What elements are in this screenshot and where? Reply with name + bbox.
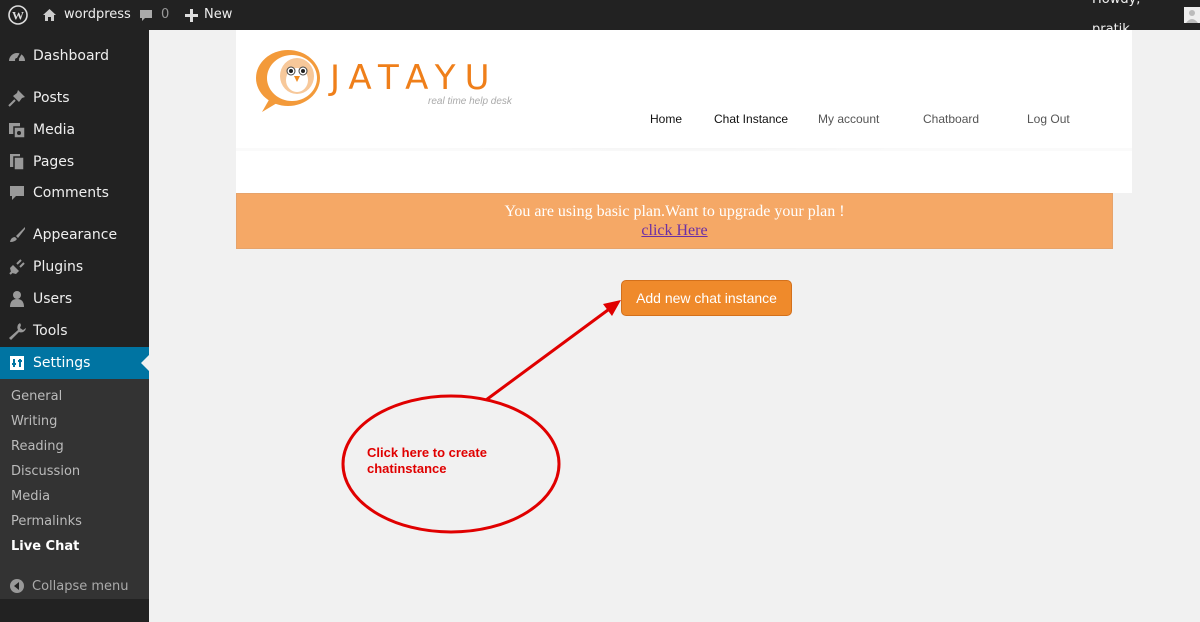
nav-home[interactable]: Home <box>650 112 682 126</box>
sidebar-item-label: Users <box>33 291 73 307</box>
sidebar-item-appearance[interactable]: Appearance <box>0 219 149 251</box>
submenu-item-discussion[interactable]: Discussion <box>11 462 80 482</box>
annotation-line-1: Click here to create <box>367 445 487 460</box>
avatar <box>1184 7 1200 23</box>
admin-bar: W wordpress 0 New Howdy, pratik <box>0 0 1200 37</box>
user-icon <box>7 289 27 309</box>
nav-my-account[interactable]: My account <box>818 112 879 126</box>
upgrade-link[interactable]: click Here <box>641 222 707 240</box>
settings-submenu: General Writing Reading Discussion Media… <box>0 379 149 599</box>
submenu-item-permalinks[interactable]: Permalinks <box>11 512 82 532</box>
wordpress-logo-icon[interactable]: W <box>8 0 28 30</box>
new-label: New <box>204 7 233 22</box>
dashboard-icon <box>7 46 27 66</box>
submenu-item-live-chat[interactable]: Live Chat <box>11 537 79 557</box>
sidebar-item-media[interactable]: Media <box>0 114 149 146</box>
admin-sidebar: Dashboard Posts Media Pages Comments App… <box>0 30 149 622</box>
sidebar-item-label: Comments <box>33 185 109 201</box>
sidebar-item-posts[interactable]: Posts <box>0 82 149 114</box>
upgrade-notice: You are using basic plan.Want to upgrade… <box>236 193 1113 249</box>
jatayu-logo[interactable]: JATAYU real time help desk <box>252 46 552 116</box>
submenu-item-general[interactable]: General <box>11 387 62 407</box>
submenu-item-writing[interactable]: Writing <box>11 412 57 432</box>
pin-icon <box>7 88 27 108</box>
annotation-arrow-line <box>485 305 613 402</box>
annotation-line-2: chatinstance <box>367 461 447 476</box>
annotation-text: Click here to create chatinstance <box>367 445 527 477</box>
site-name: wordpress <box>64 7 131 22</box>
media-icon <box>7 120 27 140</box>
sidebar-item-tools[interactable]: Tools <box>0 315 149 347</box>
sidebar-item-dashboard[interactable]: Dashboard <box>0 40 149 72</box>
nav-log-out[interactable]: Log Out <box>1027 112 1070 126</box>
settings-icon <box>7 353 27 373</box>
add-new-chat-instance-button[interactable]: Add new chat instance <box>621 280 792 316</box>
annotation-arrowhead <box>603 300 621 316</box>
sidebar-item-label: Appearance <box>33 227 118 243</box>
sidebar-item-comments[interactable]: Comments <box>0 177 149 209</box>
home-icon <box>42 8 57 22</box>
comment-bubble-icon <box>139 8 153 22</box>
header-divider-shadow <box>236 132 1132 188</box>
pages-icon <box>7 152 27 172</box>
svg-text:W: W <box>12 9 24 23</box>
comment-icon <box>7 183 27 203</box>
sidebar-item-label: Settings <box>33 355 91 371</box>
nav-chat-instance[interactable]: Chat Instance <box>714 112 788 126</box>
my-account-link[interactable]: Howdy, pratik <box>1092 0 1200 37</box>
submenu-item-media[interactable]: Media <box>11 487 50 507</box>
wrench-icon <box>7 321 27 341</box>
plugin-header: JATAYU real time help desk Home Chat Ins… <box>236 30 1132 193</box>
sidebar-item-label: Media <box>33 122 76 138</box>
logo-wordmark: JATAYU <box>330 58 499 98</box>
new-content-link[interactable]: New <box>185 0 232 30</box>
plus-icon <box>185 8 198 22</box>
sidebar-item-pages[interactable]: Pages <box>0 146 149 178</box>
sidebar-item-users[interactable]: Users <box>0 283 149 315</box>
sidebar-item-plugins[interactable]: Plugins <box>0 251 149 283</box>
sidebar-item-label: Tools <box>33 323 68 339</box>
sidebar-item-settings[interactable]: Settings <box>0 347 149 379</box>
plug-icon <box>7 257 27 277</box>
sidebar-item-label: Posts <box>33 90 70 106</box>
sidebar-item-label: Dashboard <box>33 48 109 64</box>
collapse-arrow-icon <box>10 579 24 593</box>
site-name-link[interactable]: wordpress <box>42 0 131 30</box>
logo-tagline: real time help desk <box>428 96 512 107</box>
comments-count: 0 <box>161 7 170 22</box>
collapse-menu-button[interactable]: Collapse menu <box>0 572 149 600</box>
notice-text: You are using basic plan.Want to upgrade… <box>504 203 845 220</box>
sidebar-item-label: Pages <box>33 154 75 170</box>
collapse-label: Collapse menu <box>32 578 129 594</box>
comments-link[interactable]: 0 <box>139 0 169 30</box>
submenu-item-reading[interactable]: Reading <box>11 437 64 457</box>
sidebar-item-label: Plugins <box>33 259 84 275</box>
brush-icon <box>7 225 27 245</box>
nav-chatboard[interactable]: Chatboard <box>923 112 979 126</box>
